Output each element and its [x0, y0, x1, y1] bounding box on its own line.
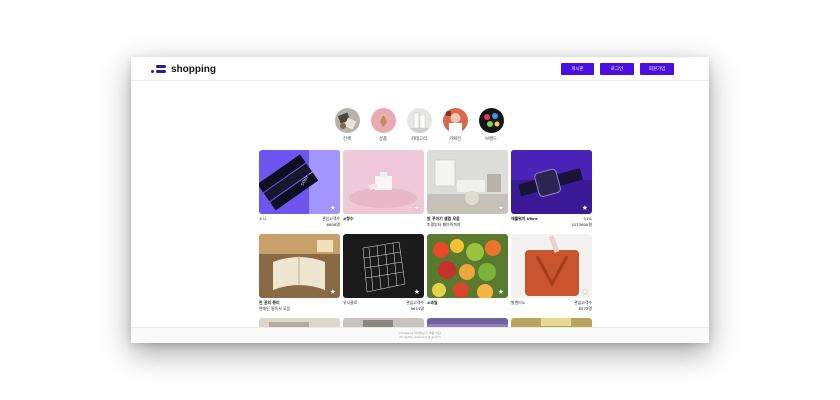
product-sub [343, 222, 424, 228]
category-product-image [370, 108, 396, 133]
logo[interactable]: shopping [151, 62, 216, 76]
category-brand[interactable]: 브랜드 [478, 108, 504, 142]
favorite-star-icon[interactable]: ★ [330, 289, 336, 296]
product-sub: 6808명 [326, 222, 340, 227]
favorite-star-icon[interactable]: ★ [414, 205, 420, 212]
logo-text: shopping [171, 63, 216, 75]
product-card[interactable]: ★ 방 꾸미기 셀럽 모음 조명부터 패브릭까지 [427, 150, 508, 228]
category-label: 기획전 [449, 137, 461, 142]
product-meta: 51% [583, 216, 592, 221]
category-all-image [334, 108, 360, 133]
category-category-image [406, 108, 432, 133]
product-sub: 현대인 필독서 모음 [259, 306, 291, 311]
product-card[interactable]: ★ #향수 [343, 150, 424, 228]
category-label: 카테고리 [411, 137, 427, 142]
product-image: ★ [343, 234, 424, 298]
product-sub [427, 306, 508, 312]
product-image: SONY ★ [259, 150, 340, 214]
product-image: ★ [259, 234, 340, 298]
product-card[interactable]: ★ 애플워치 Ultra 51% 1073600원 [511, 150, 592, 228]
product-name: #향수 [343, 216, 354, 221]
product-card[interactable]: ★ 한 권의 풍미 현대인 필독서 모음 [259, 234, 340, 312]
category-all[interactable]: 전체 [334, 108, 360, 142]
product-sub: 8572명 [578, 306, 592, 311]
signup-button[interactable]: 회원가입 [640, 63, 674, 75]
category-label: 전체 [343, 137, 351, 142]
login-button[interactable]: 로그인 [600, 63, 634, 75]
product-card[interactable]: ★ 발렌티노 관심고객수 8572명 [511, 234, 592, 312]
product-sub: 9614명 [410, 306, 424, 311]
product-name: 발렌티노 [511, 300, 526, 305]
footer-copyright: All rights reserved @ sumin [399, 335, 441, 339]
desktop-background: shopping 게시판 로그인 회원가입 전체 상품 카테고리 기획전 브랜드… [0, 0, 840, 400]
favorite-star-icon[interactable]: ★ [498, 289, 504, 296]
product-sub: 조명부터 패브릭까지 [427, 222, 461, 227]
favorite-star-icon[interactable]: ★ [582, 289, 588, 296]
product-name: 방 꾸미기 셀럽 모음 [427, 216, 460, 221]
category-label: 브랜드 [485, 137, 497, 142]
product-sub: 1073600원 [571, 222, 592, 227]
product-meta: 관심고객수 [574, 300, 592, 305]
product-name: 한 권의 풍미 [259, 300, 280, 305]
product-card[interactable]: ★ 유니클로 관심고객수 9614명 [343, 234, 424, 312]
product-image: ★ [427, 234, 508, 298]
category-exhibition-image [442, 108, 468, 133]
product-name: #과일 [427, 300, 438, 305]
logo-mark-icon [151, 64, 168, 74]
product-image: ★ [511, 150, 592, 214]
category-list: 전체 상품 카테고리 기획전 브랜드 [334, 108, 504, 142]
product-image: ★ [343, 150, 424, 214]
product-name: 소니 [259, 216, 267, 221]
board-button[interactable]: 게시판 [561, 63, 594, 75]
product-image: ★ [511, 234, 592, 298]
browser-window: shopping 게시판 로그인 회원가입 전체 상품 카테고리 기획전 브랜드… [131, 57, 709, 343]
category-brand-image [478, 108, 504, 133]
category-label: 상품 [379, 137, 387, 142]
product-name: 유니클로 [343, 300, 358, 305]
category-exhibition[interactable]: 기획전 [442, 108, 468, 142]
product-name: 애플워치 Ultra [511, 216, 538, 221]
product-image: ★ [427, 150, 508, 214]
main-content: 전체 상품 카테고리 기획전 브랜드 SONY ★ 소니 관심고객수 6808명… [131, 82, 709, 343]
favorite-star-icon[interactable]: ★ [582, 205, 588, 212]
favorite-star-icon[interactable]: ★ [330, 205, 336, 212]
favorite-star-icon[interactable]: ★ [498, 205, 504, 212]
product-meta: 관심고객수 [322, 216, 340, 221]
favorite-star-icon[interactable]: ★ [414, 289, 420, 296]
product-card[interactable]: ★ #과일 [427, 234, 508, 312]
product-card[interactable]: SONY ★ 소니 관심고객수 6808명 [259, 150, 340, 228]
product-meta: 관심고객수 [406, 300, 424, 305]
category-category[interactable]: 카테고리 [406, 108, 432, 142]
header-nav: 게시판 로그인 회원가입 [561, 63, 674, 75]
site-header: shopping 게시판 로그인 회원가입 [131, 57, 709, 81]
site-footer: shopping 자세히보기 이용 약관 All rights reserved… [131, 327, 709, 343]
category-product[interactable]: 상품 [370, 108, 396, 142]
